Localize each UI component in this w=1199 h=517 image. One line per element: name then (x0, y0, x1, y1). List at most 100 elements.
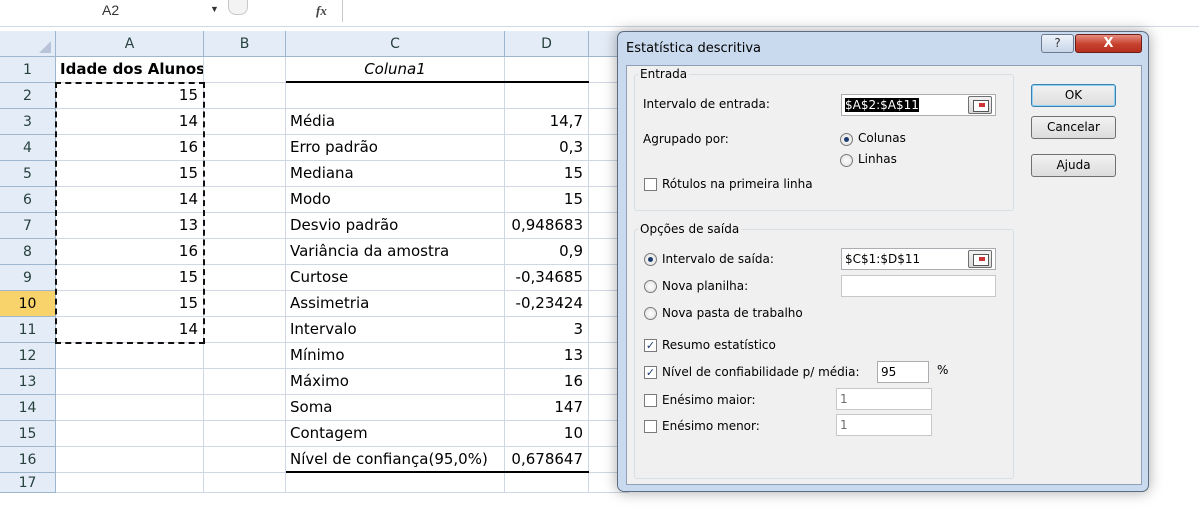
cell-a14[interactable] (56, 395, 204, 421)
confidence-level-label[interactable]: Nível de confiabilidade p/ média: (662, 365, 860, 379)
labels-first-row-label[interactable]: Rótulos na primeira linha (662, 177, 813, 191)
cell-c8[interactable]: Variância da amostra (286, 239, 505, 265)
cell-b3[interactable] (204, 109, 286, 135)
name-box-dropdown-icon[interactable]: ▼ (210, 4, 219, 14)
cell-a10[interactable]: 15 (56, 291, 204, 317)
cell-d3[interactable]: 14,7 (505, 109, 589, 135)
new-sheet-field[interactable] (841, 275, 996, 297)
row-header-17[interactable]: 17 (0, 473, 56, 493)
row-header-11[interactable]: 11 (0, 317, 56, 343)
radio-columns[interactable] (840, 133, 853, 146)
row-header-12[interactable]: 12 (0, 343, 56, 369)
cell-d17[interactable] (505, 473, 589, 493)
cell-c10[interactable]: Assimetria (286, 291, 505, 317)
cell-c2[interactable] (286, 83, 505, 109)
cell-d6[interactable]: 15 (505, 187, 589, 213)
confidence-level-checkbox[interactable]: ✓ (644, 366, 657, 379)
cell-c1[interactable]: Coluna1 (286, 57, 505, 83)
radio-rows[interactable] (840, 154, 853, 167)
cell-b8[interactable] (204, 239, 286, 265)
cancel-button[interactable]: Cancelar (1031, 116, 1116, 139)
output-range-label[interactable]: Intervalo de saída: (662, 252, 774, 266)
row-header-5[interactable]: 5 (0, 161, 56, 187)
cell-d15[interactable]: 10 (505, 421, 589, 447)
cell-c6[interactable]: Modo (286, 187, 505, 213)
kth-largest-label[interactable]: Enésimo maior: (662, 393, 756, 407)
cell-a9[interactable]: 15 (56, 265, 204, 291)
cell-b10[interactable] (204, 291, 286, 317)
cell-c3[interactable]: Média (286, 109, 505, 135)
help-button[interactable]: Ajuda (1031, 154, 1116, 177)
row-header-7[interactable]: 7 (0, 213, 56, 239)
cell-b4[interactable] (204, 135, 286, 161)
cell-d12[interactable]: 13 (505, 343, 589, 369)
cell-b15[interactable] (204, 421, 286, 447)
radio-output-range[interactable] (644, 253, 657, 266)
cell-a11[interactable]: 14 (56, 317, 204, 343)
cell-c11[interactable]: Intervalo (286, 317, 505, 343)
cell-c13[interactable]: Máximo (286, 369, 505, 395)
column-header-a[interactable]: A (56, 31, 204, 57)
cell-d5[interactable]: 15 (505, 161, 589, 187)
row-header-6[interactable]: 6 (0, 187, 56, 213)
formula-bar-splitter[interactable] (228, 0, 248, 15)
cell-d7[interactable]: 0,948683 (505, 213, 589, 239)
cell-b11[interactable] (204, 317, 286, 343)
title-help-button[interactable]: ? (1041, 34, 1074, 53)
cell-c4[interactable]: Erro padrão (286, 135, 505, 161)
kth-smallest-checkbox[interactable] (644, 420, 657, 433)
cell-b16[interactable] (204, 447, 286, 473)
cell-c17[interactable] (286, 473, 505, 493)
cell-a16[interactable] (56, 447, 204, 473)
radio-new-sheet[interactable] (644, 280, 657, 293)
column-header-d[interactable]: D (505, 31, 589, 57)
cell-b9[interactable] (204, 265, 286, 291)
cell-d16[interactable]: 0,678647 (505, 447, 589, 473)
cell-a6[interactable]: 14 (56, 187, 204, 213)
cell-b13[interactable] (204, 369, 286, 395)
kth-largest-checkbox[interactable] (644, 394, 657, 407)
kth-largest-field[interactable]: 1 (836, 388, 932, 410)
cell-b17[interactable] (204, 473, 286, 493)
cell-d8[interactable]: 0,9 (505, 239, 589, 265)
cell-b6[interactable] (204, 187, 286, 213)
column-header-b[interactable]: B (204, 31, 286, 57)
new-workbook-label[interactable]: Nova pasta de trabalho (662, 306, 803, 320)
summary-statistics-label[interactable]: Resumo estatístico (662, 338, 776, 352)
kth-smallest-label[interactable]: Enésimo menor: (662, 419, 760, 433)
cell-a7[interactable]: 13 (56, 213, 204, 239)
row-header-9[interactable]: 9 (0, 265, 56, 291)
cell-c12[interactable]: Mínimo (286, 343, 505, 369)
cell-b14[interactable] (204, 395, 286, 421)
close-button[interactable]: X (1075, 34, 1142, 53)
cell-b1[interactable] (204, 57, 286, 83)
cell-d13[interactable]: 16 (505, 369, 589, 395)
cell-a12[interactable] (56, 343, 204, 369)
cell-d4[interactable]: 0,3 (505, 135, 589, 161)
row-header-1[interactable]: 1 (0, 57, 56, 83)
cell-b5[interactable] (204, 161, 286, 187)
confidence-level-field[interactable]: 95 (877, 361, 929, 383)
cell-c16[interactable]: Nível de confiança(95,0%) (286, 447, 505, 473)
cell-d11[interactable]: 3 (505, 317, 589, 343)
row-header-16[interactable]: 16 (0, 447, 56, 473)
cell-a15[interactable] (56, 421, 204, 447)
kth-smallest-field[interactable]: 1 (836, 414, 932, 436)
cell-a13[interactable] (56, 369, 204, 395)
cell-a17[interactable] (56, 473, 204, 493)
row-header-4[interactable]: 4 (0, 135, 56, 161)
column-header-c[interactable]: C (286, 31, 505, 57)
cell-d2[interactable] (505, 83, 589, 109)
summary-statistics-checkbox[interactable]: ✓ (644, 339, 657, 352)
insert-function-icon[interactable]: fx (316, 3, 327, 19)
cell-a5[interactable]: 15 (56, 161, 204, 187)
cell-c7[interactable]: Desvio padrão (286, 213, 505, 239)
output-range-collapse-button[interactable] (968, 250, 992, 268)
row-header-2[interactable]: 2 (0, 83, 56, 109)
cell-d1[interactable] (505, 57, 589, 83)
radio-rows-label[interactable]: Linhas (858, 152, 897, 166)
cell-a4[interactable]: 16 (56, 135, 204, 161)
name-box[interactable]: A2 (40, 0, 210, 20)
radio-columns-label[interactable]: Colunas (858, 131, 906, 145)
cell-c14[interactable]: Soma (286, 395, 505, 421)
